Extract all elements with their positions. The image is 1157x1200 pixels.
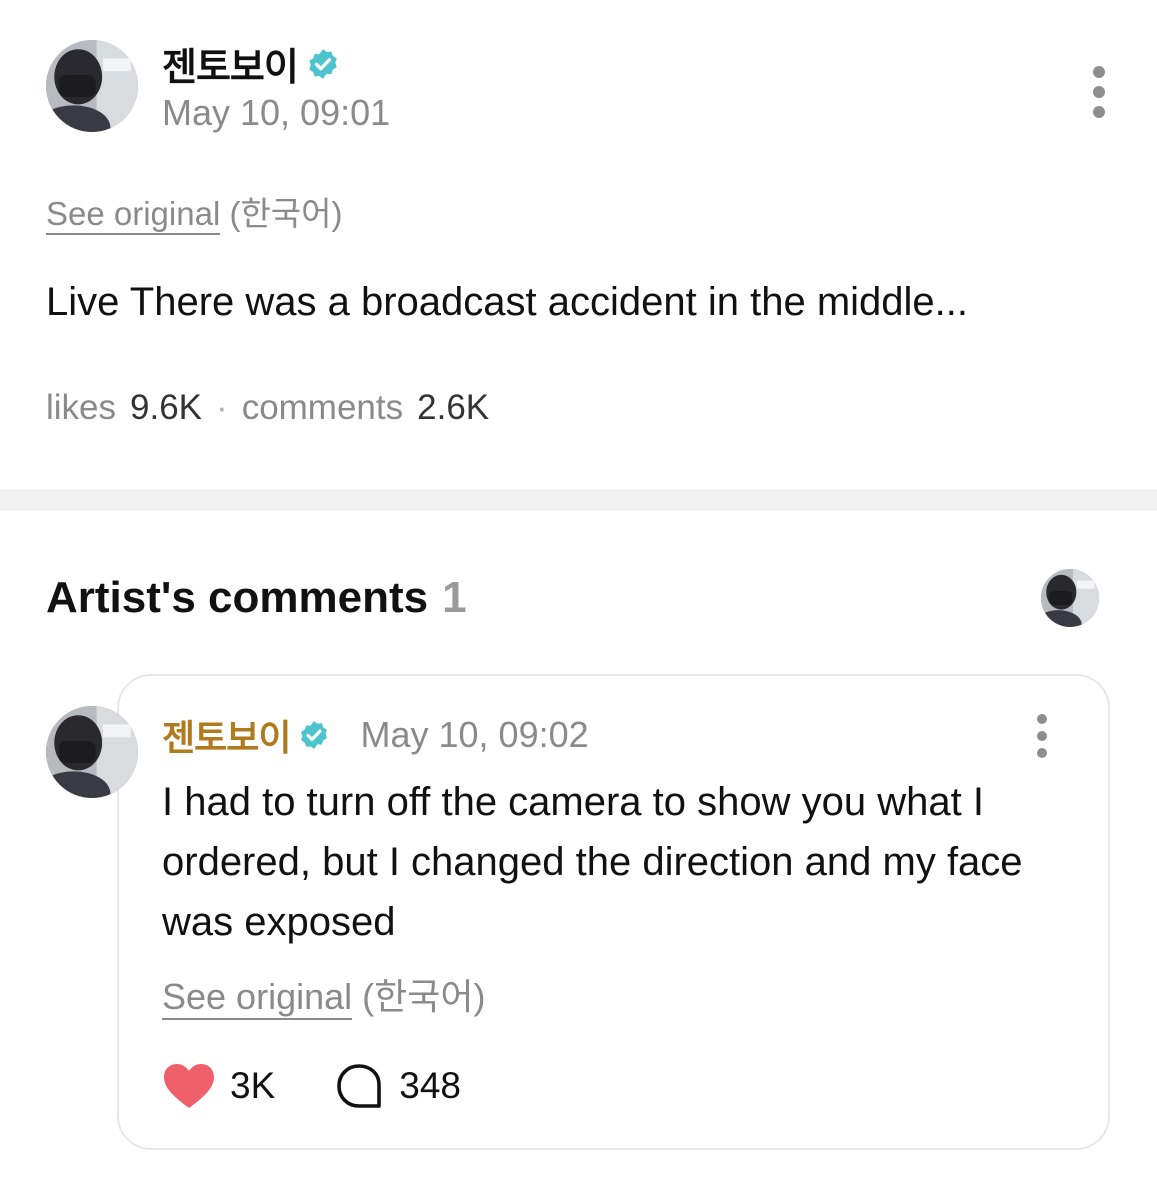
- section-divider: [0, 489, 1157, 511]
- post-header: 젠토보이 May 10, 09:01: [0, 0, 1157, 160]
- artist-comments-count: 1: [442, 573, 467, 622]
- post-stats: likes 9.6K · comments 2.6K: [46, 388, 489, 428]
- comment-author-name[interactable]: 젠토보이: [162, 709, 291, 761]
- post-body-text[interactable]: Live There was a broadcast accident in t…: [46, 280, 968, 325]
- post-original-language: (한국어): [229, 195, 343, 232]
- artist-comments-heading: Artist's comments: [46, 573, 429, 622]
- reply-count: 348: [399, 1065, 461, 1106]
- likes-label: likes: [46, 388, 117, 427]
- like-count: 3K: [230, 1065, 276, 1106]
- verified-badge-icon: [306, 47, 340, 81]
- heart-icon: [164, 1064, 214, 1108]
- post-author-row: 젠토보이: [162, 36, 340, 91]
- reply-button[interactable]: 348: [335, 1062, 461, 1110]
- verified-badge-icon: [298, 719, 330, 751]
- artist-comments-avatar[interactable]: [1041, 569, 1099, 627]
- comments-label[interactable]: comments: [242, 388, 403, 428]
- comment-timestamp: May 10, 09:02: [360, 714, 589, 755]
- comment-original-language: (한국어): [362, 976, 486, 1017]
- post-author-name[interactable]: 젠토보이: [162, 36, 299, 91]
- comment-actions: 3K 348: [162, 1062, 461, 1110]
- speech-bubble-icon: [337, 1064, 382, 1108]
- post-author-avatar[interactable]: [46, 40, 138, 132]
- post-more-vertical-icon[interactable]: [1089, 66, 1109, 118]
- artist-comments-title: Artist's comments 1: [46, 573, 467, 623]
- post-see-original-link[interactable]: See original: [46, 195, 221, 235]
- like-button[interactable]: 3K: [162, 1062, 275, 1110]
- comment-see-original: See original (한국어): [162, 968, 485, 1020]
- comment-more-vertical-icon[interactable]: [1032, 714, 1052, 758]
- comment-header: 젠토보이 May 10, 09:02: [162, 709, 589, 761]
- comments-count[interactable]: 2.6K: [417, 388, 489, 428]
- comment-author-avatar[interactable]: [46, 706, 138, 798]
- likes-count: 9.6K: [130, 388, 203, 427]
- comment-body-text[interactable]: I had to turn off the camera to show you…: [162, 772, 1082, 952]
- stats-separator: ·: [216, 388, 228, 427]
- comment-see-original-link[interactable]: See original: [162, 976, 353, 1020]
- post-timestamp: May 10, 09:01: [162, 92, 391, 133]
- post-see-original: See original (한국어): [46, 187, 343, 235]
